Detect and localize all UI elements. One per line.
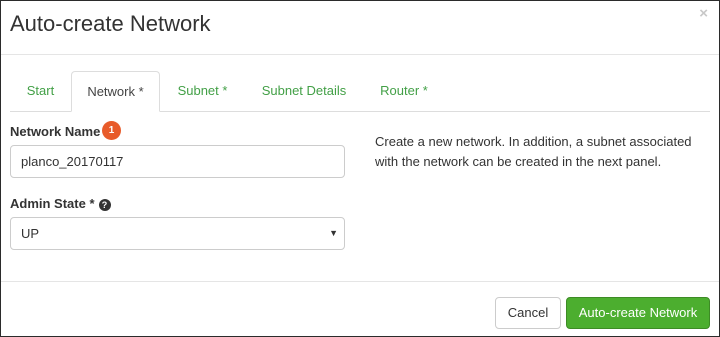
tab-subnet[interactable]: Subnet * bbox=[160, 71, 245, 112]
dialog-title: Auto-create Network bbox=[10, 11, 211, 36]
tab-network[interactable]: Network * bbox=[71, 71, 160, 112]
admin-state-label-text: Admin State * bbox=[10, 196, 95, 211]
auto-create-network-dialog: Auto-create Network × Start Network * Su… bbox=[0, 0, 720, 337]
wizard-tabs: Start Network * Subnet * Subnet Details … bbox=[10, 71, 710, 112]
footer-divider bbox=[1, 281, 719, 282]
admin-state-select[interactable]: UP ▼ bbox=[10, 217, 345, 250]
chevron-down-icon: ▼ bbox=[329, 228, 338, 238]
admin-state-label: Admin State *? bbox=[10, 196, 111, 211]
step-badge: 1 bbox=[102, 121, 121, 140]
admin-state-selected-value: UP bbox=[21, 226, 40, 241]
auto-create-network-button[interactable]: Auto-create Network bbox=[566, 297, 710, 329]
network-description: Create a new network. In addition, a sub… bbox=[375, 134, 692, 169]
close-icon[interactable]: × bbox=[699, 5, 708, 22]
network-name-label: Network Name bbox=[10, 124, 101, 139]
tab-subnet-details[interactable]: Subnet Details bbox=[245, 71, 363, 112]
cancel-button[interactable]: Cancel bbox=[495, 297, 561, 329]
tab-router[interactable]: Router * bbox=[363, 71, 445, 112]
tab-start[interactable]: Start bbox=[10, 71, 71, 112]
dialog-header: Auto-create Network × bbox=[1, 1, 719, 55]
help-icon[interactable]: ? bbox=[98, 199, 111, 211]
network-name-input[interactable]: planco_20170117 bbox=[10, 145, 345, 178]
